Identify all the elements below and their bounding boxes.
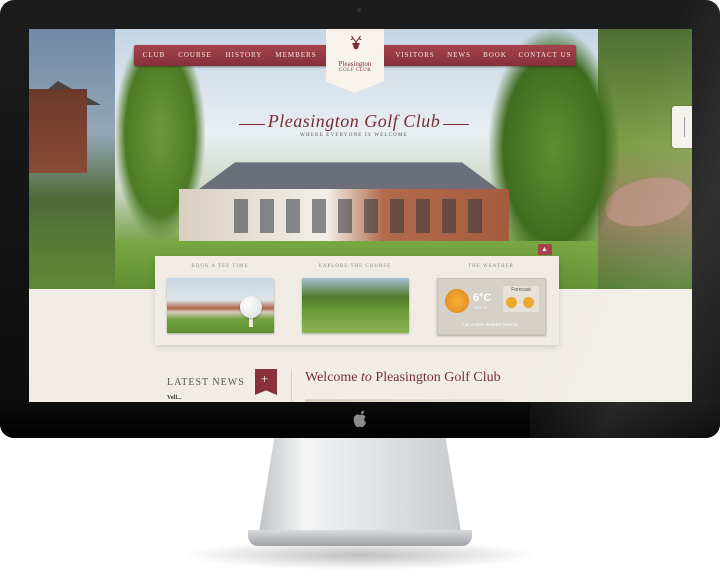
plus-icon: +	[261, 371, 269, 386]
monitor-stand-base	[248, 530, 472, 546]
camera-icon	[356, 7, 362, 13]
scroll-up-button[interactable]: ▲	[538, 244, 552, 255]
forecast-sun-icon	[506, 297, 517, 308]
explore-course-card[interactable]	[302, 278, 409, 333]
chevron-up-icon: ▲	[541, 245, 548, 253]
detailed-forecast-link[interactable]: Get a more detailed forecast	[438, 323, 543, 328]
nav-item-history[interactable]: HISTORY	[222, 45, 266, 66]
logo-subtitle: GOLF CLUB	[338, 68, 372, 73]
forecast-sun-icon	[523, 297, 534, 308]
left-house	[29, 89, 87, 173]
weather-date: SAT 24	[474, 305, 487, 310]
news-item[interactable]: Voll...	[167, 395, 182, 401]
side-tab[interactable]	[672, 106, 692, 148]
welcome-suffix: Pleasington Golf Club	[375, 370, 501, 385]
content-divider	[291, 369, 292, 402]
feature-label-weather: THE WEATHER	[468, 264, 514, 269]
hero-tagline: WHERE EVERYONE IS WELCOME	[300, 133, 408, 138]
monitor-stand	[258, 438, 462, 538]
hero-title: Pleasington Golf Club	[267, 111, 441, 131]
golf-tee	[249, 317, 253, 327]
clubhouse-windows	[234, 199, 484, 233]
apple-icon	[353, 410, 366, 428]
welcome-prefix: Welcome	[305, 370, 358, 385]
forecast-label: Forecast	[511, 287, 531, 293]
stag-icon	[350, 35, 362, 50]
body-text-placeholder	[305, 399, 505, 402]
feature-label-course: EXPLORE THE COURSE	[318, 264, 392, 269]
logo-name: Pleasington	[338, 60, 372, 68]
side-tab-grip	[684, 117, 685, 137]
nav-item-visitors[interactable]: VISITORS	[392, 45, 438, 66]
nav-item-members[interactable]: MEMBERS	[272, 45, 320, 66]
sun-icon	[445, 289, 469, 313]
screen: CLUB COURSE HISTORY MEMBERS VISITORS NEW…	[29, 29, 692, 402]
latest-news-heading: LATEST NEWS	[167, 377, 245, 388]
weather-temperature: 6°C	[473, 292, 492, 304]
nav-item-book[interactable]: BOOK	[480, 45, 510, 66]
welcome-heading: Welcome to Pleasington Golf Club	[305, 370, 501, 386]
welcome-emphasis: to	[361, 370, 372, 385]
nav-item-club[interactable]: CLUB	[140, 45, 168, 66]
feature-label-tee-time: BOOK A TEE TIME	[191, 264, 249, 269]
nav-item-course[interactable]: COURSE	[174, 45, 216, 66]
nav-item-contact-us[interactable]: CONTACT US	[516, 45, 574, 66]
golf-ball-icon	[240, 296, 262, 318]
nav-item-news[interactable]: NEWS	[444, 45, 474, 66]
